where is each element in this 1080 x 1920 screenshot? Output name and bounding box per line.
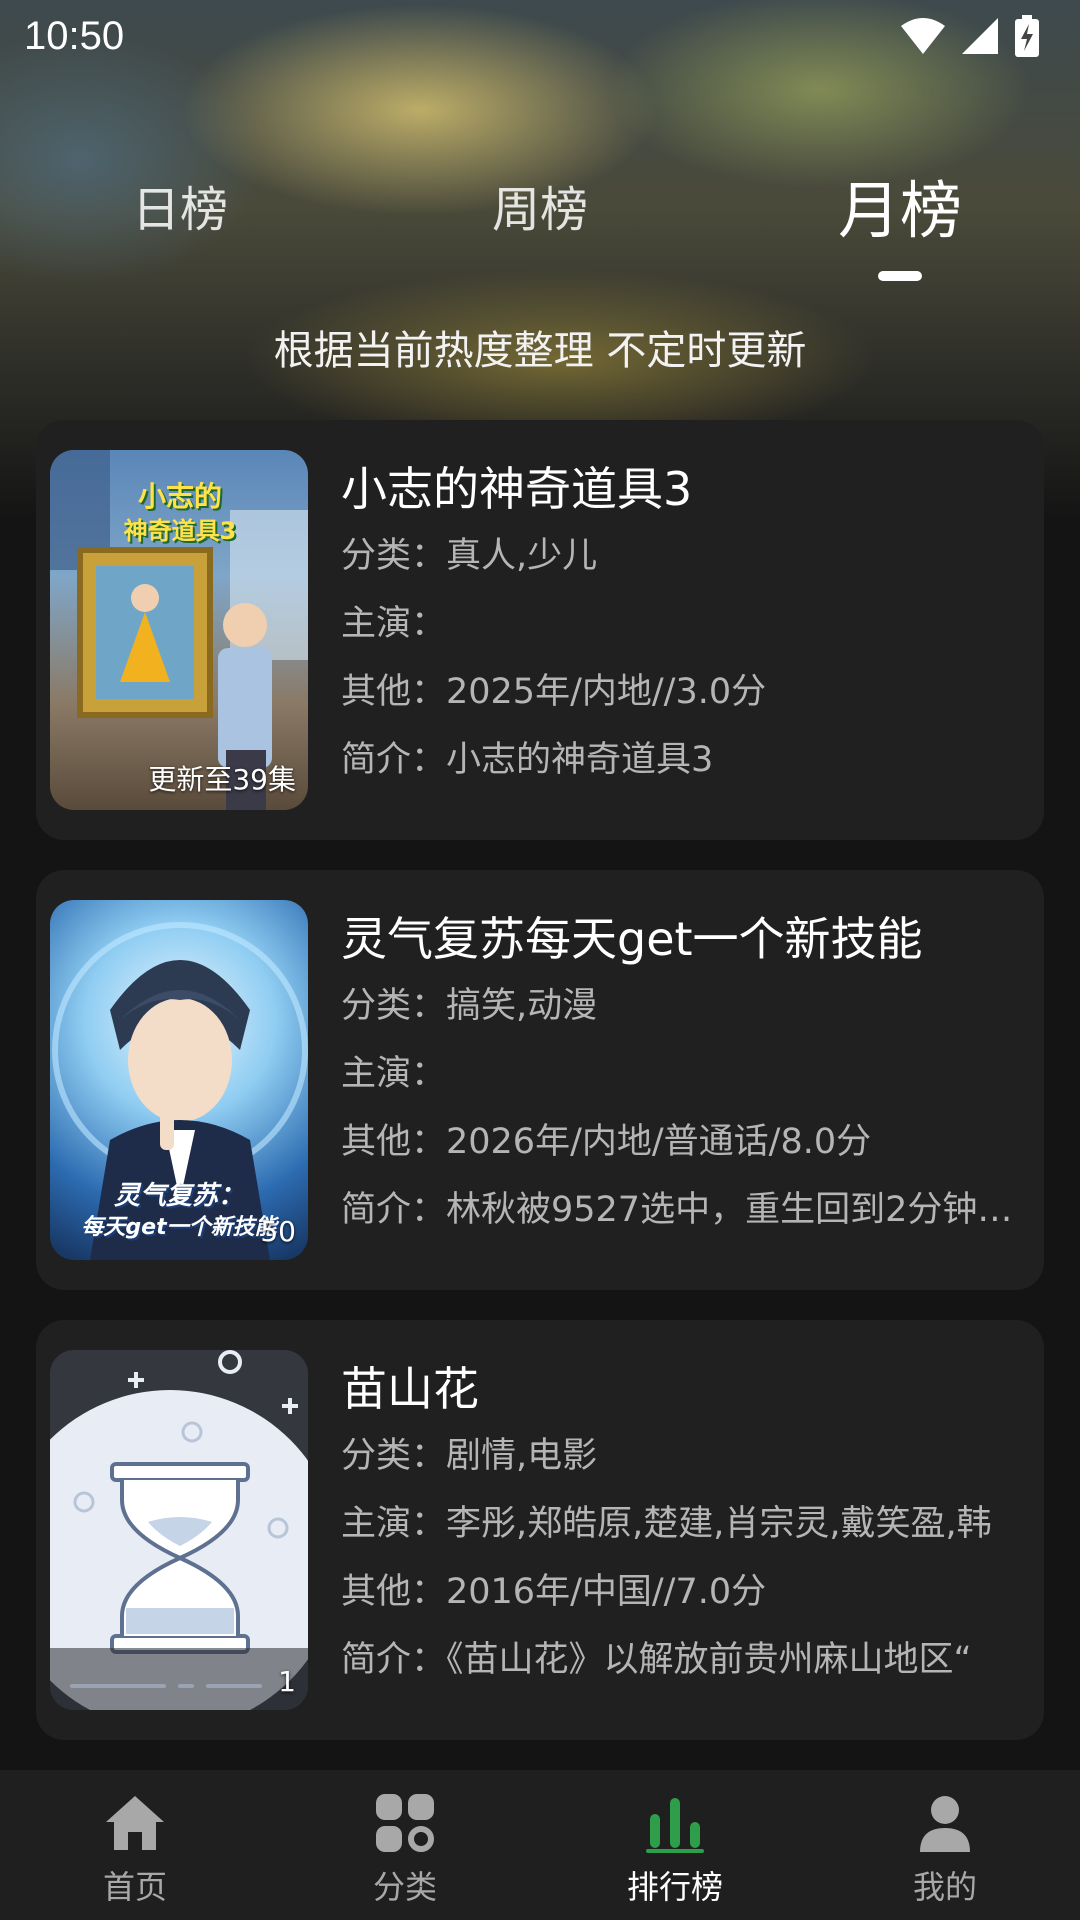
poster-image[interactable]: 小志的 神奇道具3 更新至39集 xyxy=(50,450,308,810)
ranking-tabs: 日榜 周榜 月榜 xyxy=(0,170,1080,280)
wifi-icon xyxy=(901,18,945,54)
profile-icon xyxy=(920,1796,970,1852)
item-cast: 主演：李彤,郑皓原,楚建,肖宗灵,戴笑盈,韩 xyxy=(341,1504,992,1544)
nav-profile[interactable]: 我的 xyxy=(810,1770,1080,1920)
status-bar: 10:50 xyxy=(0,0,1080,72)
item-info: 小志的神奇道具3 分类：真人,少儿 主演： 其他：2025年/内地//3.0分 … xyxy=(341,456,1031,794)
list-item[interactable]: 灵气复苏： 每天get一个新技能 50 灵气复苏每天get一个新技能 分类：搞笑… xyxy=(36,870,1044,1290)
list-item[interactable]: 1 苗山花 分类：剧情,电影 主演：李彤,郑皓原,楚建,肖宗灵,戴笑盈,韩 其他… xyxy=(36,1320,1044,1740)
episode-badge: 更新至39集 xyxy=(148,763,296,796)
category-icon xyxy=(376,1794,434,1852)
item-category: 分类：搞笑,动漫 xyxy=(341,986,598,1026)
list-item[interactable]: 小志的 神奇道具3 更新至39集 小志的神奇道具3 分类：真人,少儿 主演： 其… xyxy=(36,420,1044,840)
episode-badge: 50 xyxy=(260,1215,296,1248)
poster-image[interactable]: 1 xyxy=(50,1350,308,1710)
bottom-navigation: 首页 分类 排行榜 我的 xyxy=(0,1770,1080,1920)
episode-badge: 1 xyxy=(278,1665,296,1698)
hourglass-placeholder-icon xyxy=(50,1350,308,1710)
item-title: 小志的神奇道具3 xyxy=(341,462,693,516)
status-icons xyxy=(900,15,1040,57)
home-icon xyxy=(106,1796,164,1850)
nav-ranking[interactable]: 排行榜 xyxy=(540,1770,810,1920)
item-other: 其他：2025年/内地//3.0分 xyxy=(341,672,767,712)
item-cast: 主演： xyxy=(341,604,447,644)
battery-charging-icon xyxy=(1015,15,1039,57)
poster-logo: 小志的 神奇道具3 xyxy=(90,480,270,548)
tab-monthly[interactable]: 月榜 xyxy=(838,160,962,250)
ranking-subtitle: 根据当前热度整理 不定时更新 xyxy=(273,328,807,374)
item-info: 灵气复苏每天get一个新技能 分类：搞笑,动漫 主演： 其他：2026年/内地/… xyxy=(341,906,1031,1244)
tab-indicator xyxy=(878,271,922,281)
tab-daily[interactable]: 日榜 xyxy=(132,170,228,240)
nav-home[interactable]: 首页 xyxy=(0,1770,270,1920)
poster-logo-line: 小志的 xyxy=(137,480,222,513)
item-intro: 简介：小志的神奇道具3 xyxy=(341,740,714,780)
item-intro: 简介：《苗山花》以解放前贵州麻山地区“ xyxy=(341,1640,972,1680)
item-category: 分类：真人,少儿 xyxy=(341,536,598,576)
nav-home-label: 首页 xyxy=(102,1868,167,1906)
nav-ranking-label: 排行榜 xyxy=(626,1868,723,1906)
ranking-icon xyxy=(646,1798,704,1853)
item-intro: 简介：林秋被9527选中，重生回到2分钟之前 xyxy=(341,1190,1031,1230)
item-info: 苗山花 分类：剧情,电影 主演：李彤,郑皓原,楚建,肖宗灵,戴笑盈,韩 其他：2… xyxy=(341,1356,1031,1694)
poster-logo-line: 灵气复苏： xyxy=(113,1181,244,1211)
item-cast: 主演： xyxy=(341,1054,447,1094)
status-time: 10:50 xyxy=(24,13,125,58)
nav-category[interactable]: 分类 xyxy=(270,1770,540,1920)
item-other: 其他：2016年/中国//7.0分 xyxy=(341,1572,767,1612)
item-title: 灵气复苏每天get一个新技能 xyxy=(341,912,923,966)
cellular-signal-icon xyxy=(962,18,998,54)
item-title: 苗山花 xyxy=(341,1362,479,1416)
nav-category-label: 分类 xyxy=(372,1868,437,1906)
nav-profile-label: 我的 xyxy=(912,1868,977,1906)
poster-logo-line: 神奇道具3 xyxy=(123,517,237,545)
item-category: 分类：剧情,电影 xyxy=(341,1436,598,1476)
tab-weekly[interactable]: 周榜 xyxy=(492,170,588,240)
item-other: 其他：2026年/内地/普通话/8.0分 xyxy=(341,1122,872,1162)
poster-image[interactable]: 灵气复苏： 每天get一个新技能 50 xyxy=(50,900,308,1260)
